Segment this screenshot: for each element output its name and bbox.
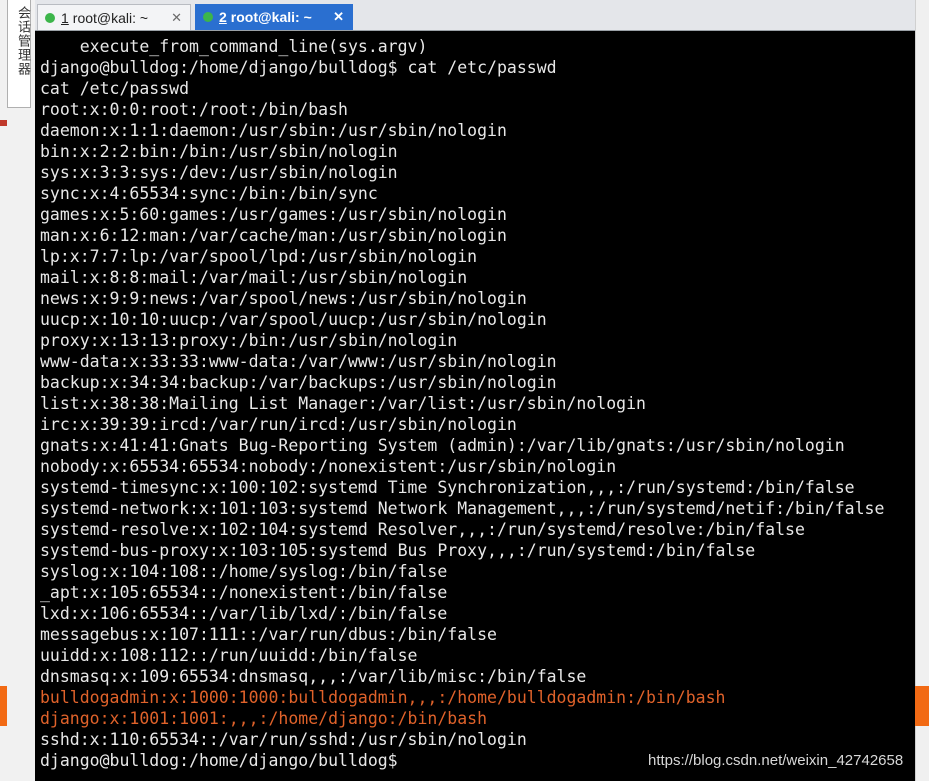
tab-1-title: root@kali: ~: [72, 9, 149, 26]
terminal-line: dnsmasq:x:109:65534:dnsmasq,,,:/var/lib/…: [40, 667, 587, 686]
screen: 会话管理器 1 root@kali: ~ ✕ 2 root@kali: ~ ✕ …: [0, 0, 929, 781]
terminal-line: sshd:x:110:65534::/var/run/sshd:/usr/sbi…: [40, 730, 527, 749]
terminal-line: root:x:0:0:root:/root:/bin/bash: [40, 100, 348, 119]
terminal-line: sync:x:4:65534:sync:/bin:/bin/sync: [40, 184, 378, 203]
right-edge-highlight: [915, 686, 929, 726]
terminal-line: django@bulldog:/home/django/bulldog$: [40, 751, 408, 770]
terminal-line: uuidd:x:108:112::/run/uuidd:/bin/false: [40, 646, 418, 665]
terminal-line: daemon:x:1:1:daemon:/usr/sbin:/usr/sbin/…: [40, 121, 507, 140]
terminal-line: lxd:x:106:65534::/var/lib/lxd/:/bin/fals…: [40, 604, 448, 623]
terminal-line: systemd-timesync:x:100:102:systemd Time …: [40, 478, 855, 497]
left-edge-marker: [0, 120, 7, 126]
terminal-line: cat /etc/passwd: [40, 79, 190, 98]
terminal-line: irc:x:39:39:ircd:/var/run/ircd:/usr/sbin…: [40, 415, 517, 434]
terminal-line: sys:x:3:3:sys:/dev:/usr/sbin/nologin: [40, 163, 398, 182]
terminal-line: uucp:x:10:10:uucp:/var/spool/uucp:/usr/s…: [40, 310, 547, 329]
terminal-line: games:x:5:60:games:/usr/games:/usr/sbin/…: [40, 205, 507, 224]
tab-2-number: 2: [219, 9, 227, 25]
terminal-line: proxy:x:13:13:proxy:/bin:/usr/sbin/nolog…: [40, 331, 458, 350]
terminal-line: backup:x:34:34:backup:/var/backups:/usr/…: [40, 373, 557, 392]
close-icon[interactable]: ✕: [171, 10, 182, 26]
terminal-line: lp:x:7:7:lp:/var/spool/lpd:/usr/sbin/nol…: [40, 247, 478, 266]
terminal-line: gnats:x:41:41:Gnats Bug-Reporting System…: [40, 436, 845, 455]
watermark: https://blog.csdn.net/weixin_42742658: [648, 752, 904, 769]
left-strip: 会话管理器: [0, 0, 36, 781]
terminal-line: news:x:9:9:news:/var/spool/news:/usr/sbi…: [40, 289, 527, 308]
left-edge-highlight: [0, 686, 7, 726]
terminal-line: syslog:x:104:108::/home/syslog:/bin/fals…: [40, 562, 448, 581]
tab-2[interactable]: 2 root@kali: ~ ✕: [195, 4, 353, 30]
tab-bar: 1 root@kali: ~ ✕ 2 root@kali: ~ ✕: [35, 0, 915, 31]
terminal-line: messagebus:x:107:111::/var/run/dbus:/bin…: [40, 625, 497, 644]
tab-1-number: 1: [61, 9, 69, 26]
status-dot-icon: [203, 12, 213, 22]
session-manager-label: 会话管理器: [15, 6, 30, 76]
status-dot-icon: [45, 12, 55, 23]
terminal-line: bin:x:2:2:bin:/bin:/usr/sbin/nologin: [40, 142, 398, 161]
terminal-line: www-data:x:33:33:www-data:/var/www:/usr/…: [40, 352, 557, 371]
terminal-line: execute_from_command_line(sys.argv): [40, 37, 428, 56]
tab-2-title: root@kali: ~: [230, 9, 312, 25]
terminal-line: _apt:x:105:65534::/nonexistent:/bin/fals…: [40, 583, 448, 602]
terminal-output[interactable]: execute_from_command_line(sys.argv)djang…: [35, 31, 915, 781]
terminal-line: django:x:1001:1001:,,,:/home/django:/bin…: [40, 709, 488, 728]
session-manager-tab[interactable]: 会话管理器: [7, 0, 31, 108]
terminal-line: list:x:38:38:Mailing List Manager:/var/l…: [40, 394, 646, 413]
tab-1[interactable]: 1 root@kali: ~ ✕: [37, 4, 191, 30]
terminal-line: bulldogadmin:x:1000:1000:bulldogadmin,,,…: [40, 688, 726, 707]
close-icon[interactable]: ✕: [333, 9, 344, 25]
terminal-line: nobody:x:65534:65534:nobody:/nonexistent…: [40, 457, 617, 476]
terminal-line: django@bulldog:/home/django/bulldog$ cat…: [40, 58, 557, 77]
terminal-line: systemd-resolve:x:102:104:systemd Resolv…: [40, 520, 805, 539]
terminal-line: systemd-bus-proxy:x:103:105:systemd Bus …: [40, 541, 756, 560]
terminal-line: systemd-network:x:101:103:systemd Networ…: [40, 499, 885, 518]
terminal-line: man:x:6:12:man:/var/cache/man:/usr/sbin/…: [40, 226, 507, 245]
scrollbar[interactable]: [915, 0, 929, 781]
terminal-line: mail:x:8:8:mail:/var/mail:/usr/sbin/nolo…: [40, 268, 468, 287]
